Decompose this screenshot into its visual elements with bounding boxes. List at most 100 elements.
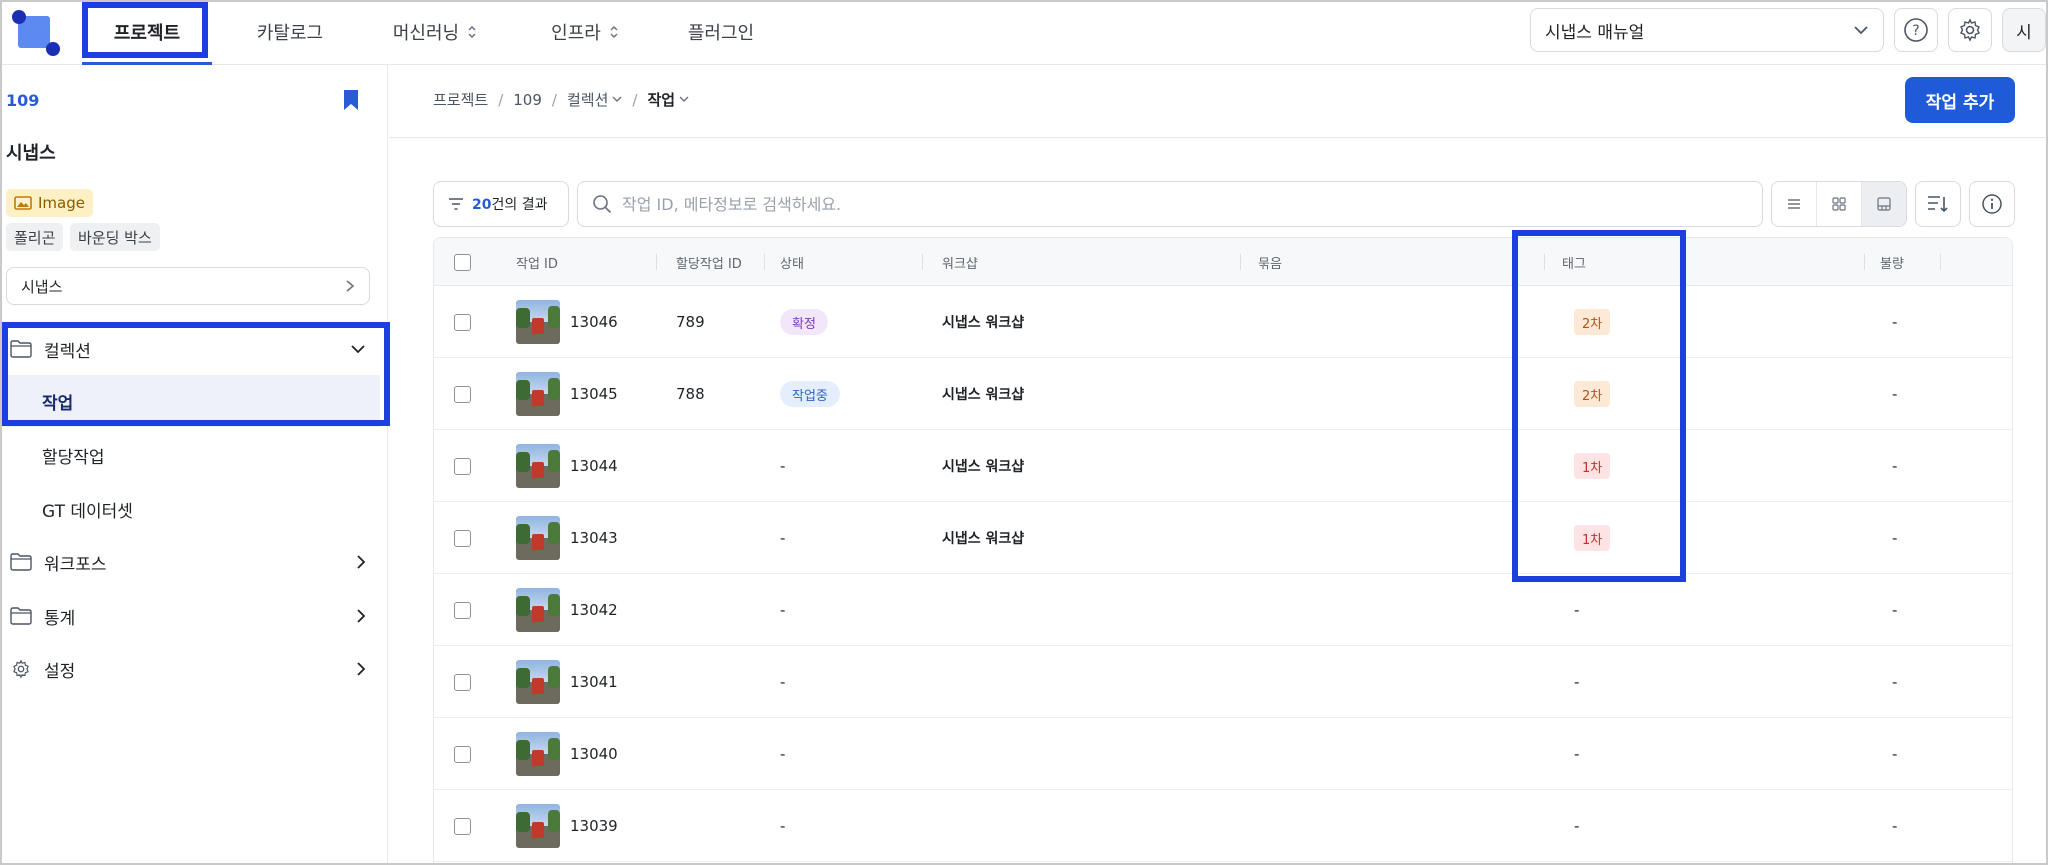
- thumbnail-image[interactable]: [516, 444, 560, 488]
- breadcrumb-item[interactable]: 109: [513, 91, 542, 109]
- status-text: -: [780, 529, 786, 547]
- task-id-cell[interactable]: 13045: [516, 358, 618, 430]
- tag-cell: -: [1574, 718, 1579, 790]
- task-id-cell[interactable]: 13039: [516, 790, 618, 862]
- sidebar-item-tasks[interactable]: 작업: [0, 375, 380, 427]
- nav-tab-infra[interactable]: 인프라: [530, 0, 640, 64]
- sidebar-item-gt-dataset[interactable]: GT 데이터셋: [0, 483, 380, 535]
- breadcrumb-item-collection[interactable]: 컬렉션: [567, 89, 622, 110]
- nav-tab-catalog[interactable]: 카탈로그: [230, 0, 350, 64]
- sidebar-item-label: GT 데이터셋: [42, 501, 133, 522]
- chevron-down-icon: [351, 345, 365, 354]
- column-separator: [764, 254, 765, 270]
- avatar[interactable]: 시: [2002, 8, 2046, 52]
- chevron-updown-icon: [610, 25, 618, 39]
- col-assignment-id[interactable]: 할당작업 ID: [676, 238, 742, 286]
- sort-button[interactable]: [1915, 181, 1961, 227]
- col-bundle[interactable]: 묶음: [1258, 238, 1282, 286]
- select-all-checkbox[interactable]: [454, 238, 471, 286]
- settings-button[interactable]: [1948, 8, 1992, 52]
- help-button[interactable]: ?: [1894, 8, 1938, 52]
- workshop-cell: 시냅스 워크샵: [942, 315, 1025, 331]
- row-checkbox[interactable]: [454, 790, 471, 862]
- manual-select-label: 시냅스 매뉴얼: [1545, 22, 1645, 43]
- search-box[interactable]: [577, 181, 1763, 227]
- annotation-chip-polygon: 폴리곤: [6, 223, 64, 251]
- breadcrumb-item-current[interactable]: 작업: [647, 89, 689, 110]
- chip-label: 폴리곤: [14, 228, 56, 247]
- status-text: -: [780, 817, 786, 835]
- row-checkbox[interactable]: [454, 646, 471, 718]
- logo-icon[interactable]: [10, 8, 60, 56]
- nav-tab-plugin[interactable]: 플러그인: [666, 0, 776, 64]
- table-row[interactable]: 13044 - 시냅스 워크샵 1차 -: [434, 430, 2012, 502]
- sidebar-item-collection[interactable]: 컬렉션: [0, 323, 388, 375]
- task-id-cell[interactable]: 13043: [516, 502, 618, 574]
- nav-tab-project[interactable]: 프로젝트: [82, 0, 212, 65]
- task-id-cell[interactable]: 13044: [516, 430, 618, 502]
- thumbnail-image[interactable]: [516, 372, 560, 416]
- table-row[interactable]: 13041 - - -: [434, 646, 2012, 718]
- thumbnail-image[interactable]: [516, 804, 560, 848]
- tag-badge: 2차: [1574, 381, 1611, 407]
- col-task-id[interactable]: 작업 ID: [516, 238, 558, 286]
- table-row[interactable]: 13045 788 작업중 시냅스 워크샵 2차 -: [434, 358, 2012, 430]
- col-tag[interactable]: 태그: [1562, 238, 1586, 286]
- thumbnail-image[interactable]: [516, 300, 560, 344]
- breadcrumb-separator: /: [551, 90, 557, 109]
- gear-icon: [1960, 18, 1980, 42]
- col-defect[interactable]: 불량: [1880, 238, 1904, 286]
- col-workshop[interactable]: 워크샵: [942, 238, 978, 286]
- tag-cell: 2차: [1574, 358, 1611, 430]
- sidebar-item-settings[interactable]: 설정: [0, 643, 388, 695]
- thumbnail-image[interactable]: [516, 588, 560, 632]
- row-checkbox[interactable]: [454, 574, 471, 646]
- table-row[interactable]: 13040 - - -: [434, 718, 2012, 790]
- nav-tab-machine-learning[interactable]: 머신러닝: [370, 0, 500, 64]
- list-view-button[interactable]: [1772, 182, 1817, 226]
- task-id-cell[interactable]: 13042: [516, 574, 618, 646]
- svg-text:?: ?: [1912, 23, 1919, 39]
- info-button[interactable]: [1969, 181, 2015, 227]
- col-status[interactable]: 상태: [780, 238, 804, 286]
- tag-badge: 1차: [1574, 453, 1611, 479]
- column-separator: [1240, 254, 1241, 270]
- chevron-right-icon: [357, 555, 366, 569]
- table-header: 작업 ID 할당작업 ID 상태 워크샵 묶음 태그 불량: [434, 238, 2012, 286]
- row-checkbox[interactable]: [454, 430, 471, 502]
- split-view-button[interactable]: [1862, 182, 1906, 226]
- table-row[interactable]: 13046 789 확정 시냅스 워크샵 2차 -: [434, 286, 2012, 358]
- add-task-button[interactable]: 작업 추가: [1905, 77, 2015, 123]
- sidebar-item-workforce[interactable]: 워크포스: [0, 536, 388, 588]
- breadcrumb-item[interactable]: 프로젝트: [433, 89, 488, 110]
- filter-button[interactable]: 20건의 결과: [433, 181, 569, 227]
- sidebar-item-stats[interactable]: 통계: [0, 590, 388, 642]
- status-cell: -: [780, 646, 785, 718]
- grid-view-button[interactable]: [1817, 182, 1862, 226]
- table-row[interactable]: 13042 - - -: [434, 574, 2012, 646]
- nav-tab-label: 플러그인: [687, 23, 755, 44]
- sidebar-item-assignments[interactable]: 할당작업: [0, 429, 380, 481]
- task-id-cell[interactable]: 13041: [516, 646, 618, 718]
- status-cell: -: [780, 574, 785, 646]
- thumbnail-image[interactable]: [516, 732, 560, 776]
- task-id-cell[interactable]: 13046: [516, 286, 618, 358]
- table-row[interactable]: 13039 - - -: [434, 790, 2012, 862]
- row-checkbox[interactable]: [454, 286, 471, 358]
- breadcrumb: 프로젝트 / 109 / 컬렉션 / 작업: [433, 89, 689, 110]
- table-row[interactable]: 13043 - 시냅스 워크샵 1차 -: [434, 502, 2012, 574]
- bookmark-icon[interactable]: [342, 89, 360, 111]
- main-content: 프로젝트 / 109 / 컬렉션 / 작업 작업 추가 20건의 결과 작업 I…: [389, 65, 2048, 865]
- row-checkbox[interactable]: [454, 502, 471, 574]
- project-select[interactable]: 시냅스: [6, 267, 370, 305]
- row-checkbox[interactable]: [454, 358, 471, 430]
- split-view-icon: [1877, 197, 1891, 211]
- row-checkbox[interactable]: [454, 718, 471, 790]
- manual-select[interactable]: 시냅스 매뉴얼: [1530, 8, 1884, 52]
- thumbnail-image[interactable]: [516, 516, 560, 560]
- thumbnail-image[interactable]: [516, 660, 560, 704]
- search-input[interactable]: [622, 194, 1722, 214]
- task-id-cell[interactable]: 13040: [516, 718, 618, 790]
- divider: [389, 137, 2048, 138]
- tag-badge: 2차: [1574, 309, 1611, 335]
